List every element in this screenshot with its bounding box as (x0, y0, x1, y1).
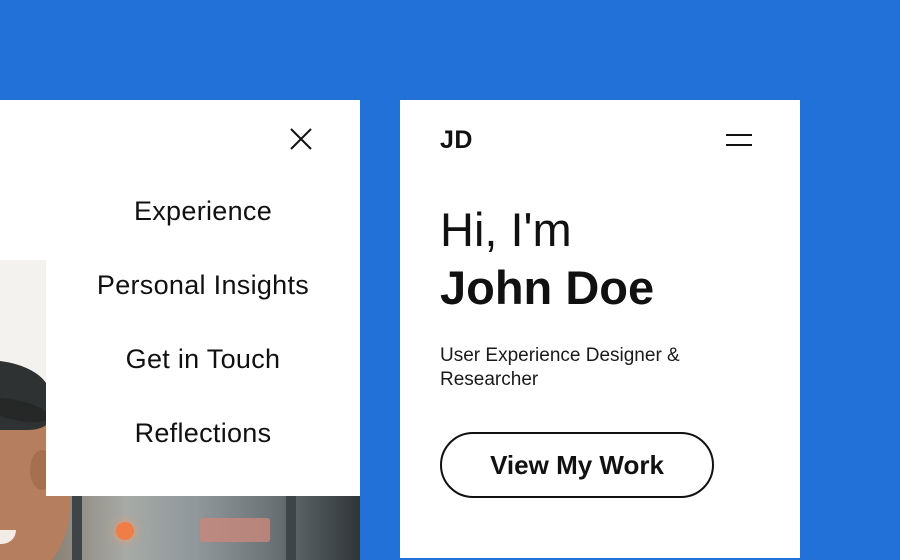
mobile-menu-preview: Experience Personal Insights Get in Touc… (0, 100, 360, 560)
photo-sign (200, 518, 270, 542)
hero-preview: JD Hi, I'm John Doe User Experience Desi… (400, 100, 800, 558)
nav-item-reflections[interactable]: Reflections (46, 418, 360, 449)
close-icon[interactable] (286, 124, 316, 154)
nav-item-personal-insights[interactable]: Personal Insights (46, 270, 360, 301)
nav-menu: Experience Personal Insights Get in Touc… (46, 100, 360, 496)
photo-light (116, 522, 134, 540)
hamburger-icon[interactable] (726, 130, 754, 150)
nav-item-experience[interactable]: Experience (46, 196, 360, 227)
nav-item-get-in-touch[interactable]: Get in Touch (46, 344, 360, 375)
logo[interactable]: JD (440, 126, 473, 155)
photo-pole (72, 496, 82, 560)
hero-role: User Experience Designer & Researcher (440, 345, 680, 390)
hero-name: John Doe (440, 261, 655, 314)
photo-pole (286, 496, 296, 560)
hero-greeting: Hi, I'm (440, 203, 572, 256)
view-my-work-button[interactable]: View My Work (440, 432, 714, 498)
